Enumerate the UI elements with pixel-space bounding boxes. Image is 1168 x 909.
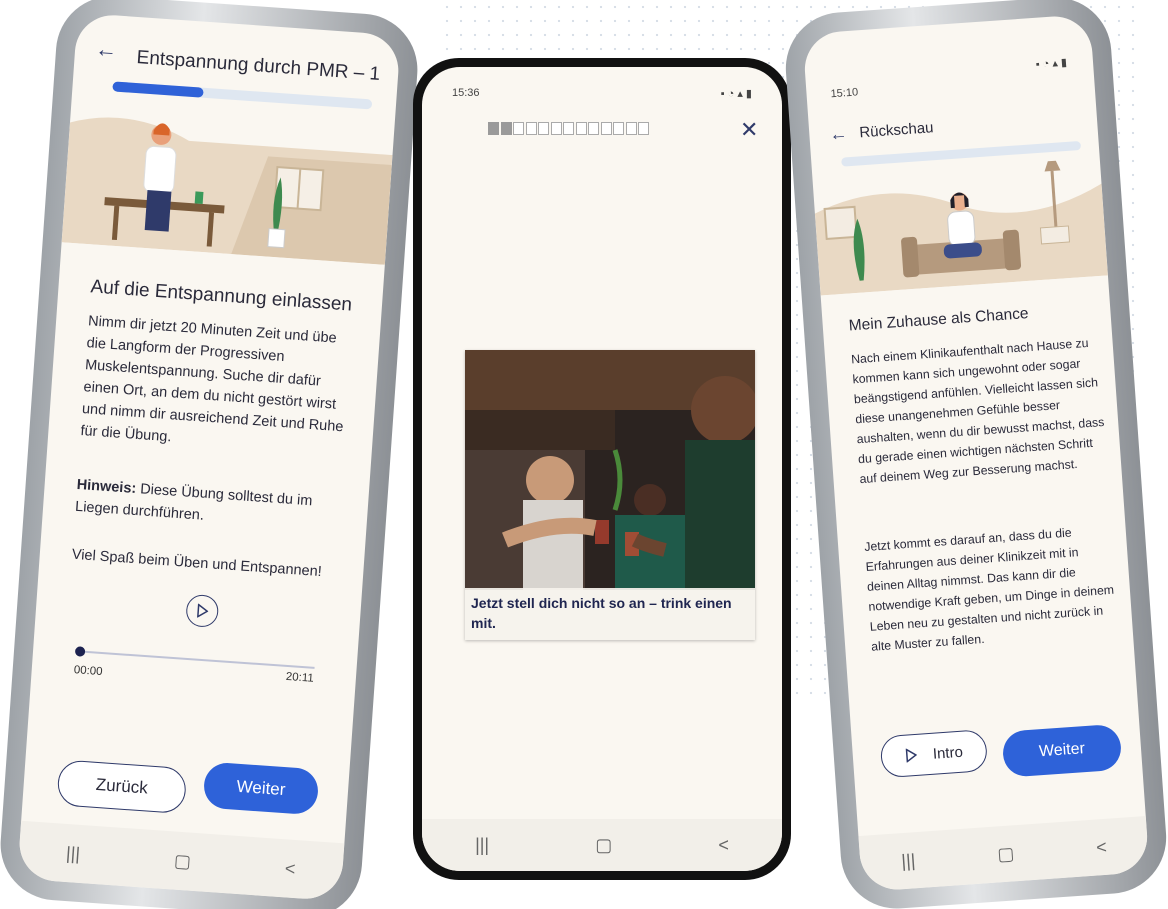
step-indicator xyxy=(488,122,649,135)
phone-pmr: ← Entspannung durch PMR – 1 Auf die Ents… xyxy=(0,0,422,909)
step-square xyxy=(600,122,612,135)
intro-button[interactable]: Intro xyxy=(879,729,989,779)
phone-review: 15:10 ▪ ◔ ▴ ▮ ← Rückschau Mein Zuhause a… xyxy=(782,0,1168,909)
step-square xyxy=(638,122,649,135)
play-icon xyxy=(196,603,209,618)
step-square xyxy=(613,122,624,135)
step-square xyxy=(563,122,574,135)
back-nav-icon[interactable]: < xyxy=(718,835,729,856)
phone-quiz: 15:36 ▪ ◔ ▴ ▮ ✕ Jetzt stell dich nicht s… xyxy=(413,58,791,880)
back-arrow-icon[interactable]: ← xyxy=(829,123,848,145)
recent-apps-icon[interactable]: ||| xyxy=(65,843,80,865)
step-square xyxy=(488,122,499,135)
home-icon[interactable]: ▢ xyxy=(173,850,191,872)
step-square xyxy=(550,122,562,135)
phone-screen: ← Entspannung durch PMR – 1 Auf die Ents… xyxy=(17,12,401,902)
step-square xyxy=(513,122,524,135)
progress-fill xyxy=(112,81,204,98)
recent-apps-icon[interactable]: ||| xyxy=(901,850,916,872)
statement-caption: Jetzt stell dich nicht so an – trink ein… xyxy=(465,588,755,640)
status-icons: ▪ ◔ ▴ ▮ xyxy=(720,88,752,100)
step-square xyxy=(525,122,537,135)
time-total: 20:11 xyxy=(285,670,315,685)
status-time: 15:36 xyxy=(452,87,480,99)
seek-knob[interactable] xyxy=(74,646,86,657)
hint-text: Hinweis: Diese Übung solltest du im Lieg… xyxy=(74,474,338,536)
status-time: 15:10 xyxy=(830,86,859,101)
step-square xyxy=(500,122,512,135)
body-paragraph-2: Jetzt kommt es darauf an, dass du die Er… xyxy=(863,525,1115,654)
back-button[interactable]: Zurück xyxy=(56,759,188,815)
step-square xyxy=(625,122,637,135)
next-button[interactable]: Weiter xyxy=(1001,723,1123,778)
play-icon xyxy=(905,748,918,763)
android-nav-bar: ||| ▢ < xyxy=(422,819,782,871)
audio-seek-bar[interactable] xyxy=(74,646,315,669)
back-nav-icon[interactable]: < xyxy=(284,858,296,880)
photo-card[interactable]: Jetzt stell dich nicht so an – trink ein… xyxy=(465,350,755,640)
progress-bar xyxy=(112,81,373,110)
photo-friends-toasting xyxy=(465,350,755,590)
close-icon[interactable]: ✕ xyxy=(740,117,758,143)
screen-title: Rückschau xyxy=(858,119,934,142)
back-nav-icon[interactable]: < xyxy=(1095,836,1107,858)
step-square xyxy=(575,122,587,135)
time-elapsed: 00:00 xyxy=(73,664,103,679)
phone-screen: 15:10 ▪ ◔ ▴ ▮ ← Rückschau Mein Zuhause a… xyxy=(802,14,1150,892)
body-paragraph-1: Nach einem Klinikaufenthalt nach Hause z… xyxy=(850,335,1105,487)
illustration-man-at-table xyxy=(61,117,393,265)
recent-apps-icon[interactable]: ||| xyxy=(475,835,489,856)
home-icon[interactable]: ▢ xyxy=(595,835,612,856)
screen-title: Entspannung durch PMR – 1 xyxy=(135,47,381,85)
section-heading: Auf die Entspannung einlassen xyxy=(89,276,353,316)
step-square xyxy=(538,122,549,135)
closing-text: Viel Spaß beim Üben und Entspannen! xyxy=(71,546,323,581)
status-icons: ▪ ◔ ▴ ▮ xyxy=(1035,56,1068,71)
step-square xyxy=(588,122,599,135)
home-icon[interactable]: ▢ xyxy=(997,843,1015,865)
phone-screen: 15:36 ▪ ◔ ▴ ▮ ✕ Jetzt stell dich nicht s… xyxy=(422,67,782,871)
intro-button-label: Intro xyxy=(932,743,964,763)
illustration-woman-on-sofa xyxy=(814,160,1108,296)
body-text: Nimm dir jetzt 20 Minuten Zeit und übe d… xyxy=(79,313,344,446)
back-arrow-icon[interactable]: ← xyxy=(94,36,118,63)
hint-label: Hinweis: xyxy=(76,476,137,497)
next-button[interactable]: Weiter xyxy=(202,761,320,816)
section-heading: Mein Zuhause als Chance xyxy=(848,305,1030,335)
play-button[interactable] xyxy=(185,593,220,628)
